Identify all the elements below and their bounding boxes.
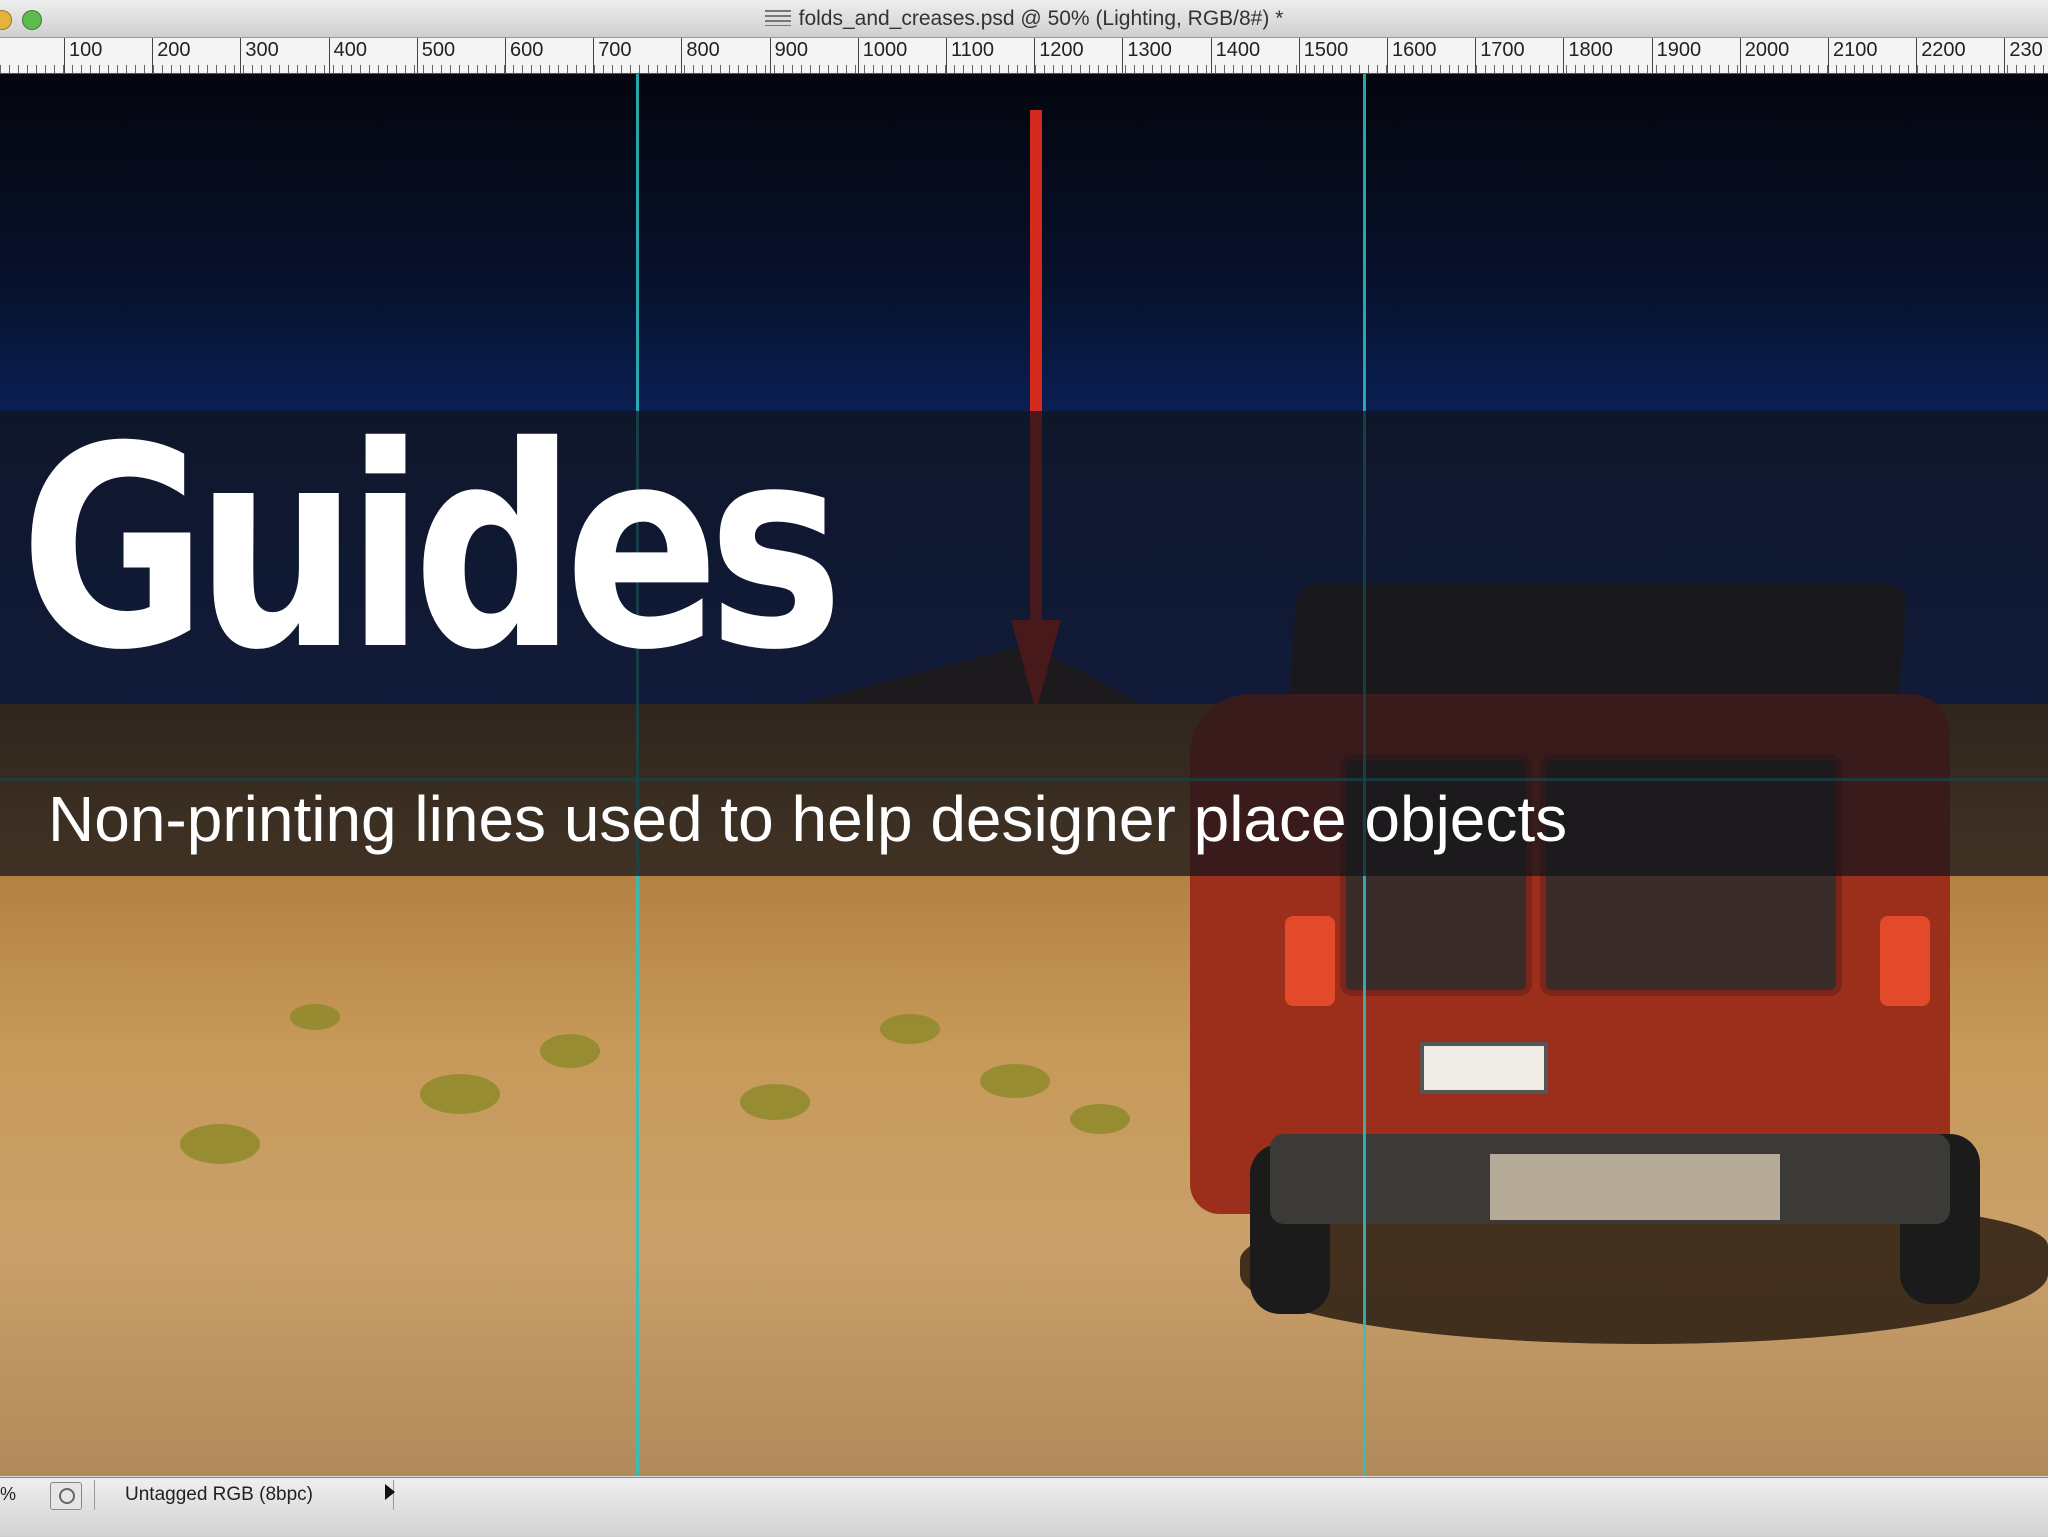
shrub [540,1034,600,1068]
slide-title: Guides [20,387,844,711]
ruler-tick-label: 1100 [946,38,994,73]
document-profile: Untagged RGB (8bpc) [94,1480,394,1510]
ruler-tick-label: 1400 [1210,38,1260,73]
ruler-tick-label: 2200 [1916,38,1966,73]
ruler-tick-label: 600 [505,38,543,73]
document-title: folds_and_creases.psd @ 50% (Lighting, R… [0,7,2048,31]
shrub [290,1004,340,1030]
window-title-bar: folds_and_creases.psd @ 50% (Lighting, R… [0,0,2048,38]
shrub [420,1074,500,1114]
shrub [740,1084,810,1120]
license-plate [1420,1042,1548,1094]
document-icon [764,10,791,26]
ruler-tick-label: 1500 [1298,38,1348,73]
ruler-tick-label: 1600 [1387,38,1437,73]
tail-lamp [1285,916,1335,1006]
shrub [980,1064,1050,1098]
ruler-tick-label: 700 [593,38,632,73]
ruler-tick-label: 1900 [1651,38,1701,73]
ruler-tick-label: 900 [769,38,808,73]
tail-lamp [1880,916,1930,1006]
document-title-text: folds_and_creases.psd @ 50% (Lighting, R… [798,7,1284,30]
ruler-tick-label: 1300 [1122,38,1172,73]
slide-subtitle: Non-printing lines used to help designer… [48,783,1568,855]
status-bar: % Untagged RGB (8bpc) [0,1477,2048,1537]
ruler-tick-label: 400 [328,38,367,73]
ruler-tick-label: 800 [681,38,720,73]
ruler-tick-label: 500 [416,38,455,73]
horizontal-ruler[interactable]: 100 200 300 400 500 600 700 800 900 1000 1100 1200 1… [0,38,2048,74]
ruler-tick-label: 1000 [857,38,907,73]
ruler-tick-label: 1700 [1475,38,1525,73]
ruler-tick-label: 230 [2004,38,2043,73]
status-info-button[interactable] [50,1482,82,1510]
ruler-tick-label: 2000 [1739,38,1789,73]
bumper-plate [1490,1154,1780,1220]
ruler-tick-label: 2100 [1828,38,1878,73]
ruler-tick-label: 300 [240,38,279,73]
shrub [180,1124,260,1164]
ruler-tick-label: 100 [64,38,102,73]
status-menu-arrow-icon[interactable] [385,1484,395,1500]
ruler-tick-label: 1200 [1034,38,1084,73]
ruler-tick-label: 1800 [1563,38,1613,73]
ruler-tick-label: 200 [152,38,191,73]
shrub [880,1014,940,1044]
shrub [1070,1104,1130,1134]
zoom-field[interactable]: % [0,1484,16,1505]
